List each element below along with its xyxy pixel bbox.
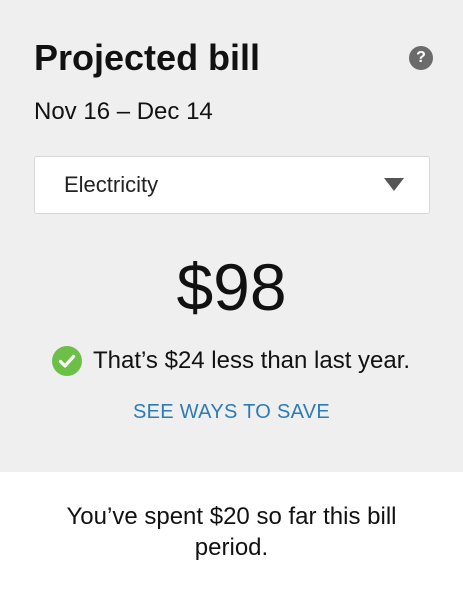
see-ways-to-save-link[interactable]: SEE WAYS TO SAVE — [0, 400, 463, 424]
comparison-text: That’s $24 less than last year. — [93, 347, 411, 374]
projected-amount: $98 — [176, 250, 287, 324]
fuel-type-select[interactable]: Electricity — [34, 156, 430, 214]
chevron-down-icon — [384, 178, 404, 191]
bill-date-range: Nov 16 – Dec 14 — [34, 98, 213, 125]
page-title: Projected bill — [34, 37, 261, 78]
question-mark-glyph: ? — [416, 49, 426, 66]
spent-so-far-text: You’ve spent $20 so far this bill period… — [66, 503, 397, 561]
help-icon[interactable]: ? — [409, 46, 433, 70]
projected-bill-card: Projected bill ? Nov 16 – Dec 14 Electri… — [0, 0, 463, 472]
check-circle-icon — [52, 346, 82, 376]
fuel-type-value: Electricity — [64, 172, 159, 197]
